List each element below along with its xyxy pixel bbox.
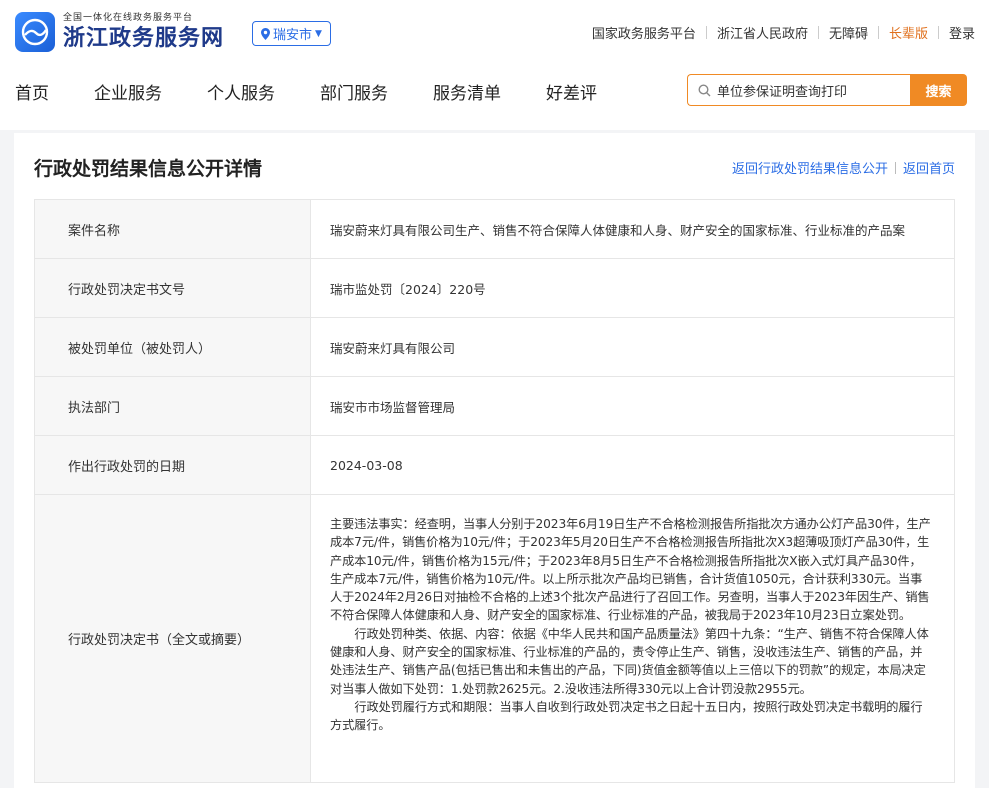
site-logo[interactable]: 全国一体化在线政务服务平台 浙江政务服务网 (15, 12, 224, 52)
divider (894, 161, 896, 174)
row-value: 2024-03-08 (311, 436, 955, 494)
decision-execution: 行政处罚履行方式和期限：当事人自收到行政处罚决定书之日起十五日内，按照行政处罚决… (330, 699, 923, 733)
search-button[interactable]: 搜索 (910, 74, 967, 106)
link-elder-version[interactable]: 长辈版 (889, 23, 928, 42)
search-input[interactable]: 单位参保证明查询打印 (687, 74, 910, 106)
link-accessibility[interactable]: 无障碍 (829, 23, 868, 42)
nav-home[interactable]: 首页 (15, 79, 49, 104)
nav-rating[interactable]: 好差评 (546, 79, 597, 104)
decision-basis: 行政处罚种类、依据、内容：依据《中华人民共和国产品质量法》第四十九条：“生产、销… (330, 626, 929, 696)
table-row: 作出行政处罚的日期 2024-03-08 (34, 436, 955, 495)
search-value: 单位参保证明查询打印 (717, 84, 848, 100)
back-home-link[interactable]: 返回首页 (903, 158, 955, 177)
link-zhejiang-government[interactable]: 浙江省人民政府 (717, 23, 808, 42)
chevron-down-icon: ▼ (315, 28, 322, 39)
divider (937, 26, 939, 39)
search-bar: 单位参保证明查询打印 搜索 (687, 74, 967, 106)
detail-card: 行政处罚结果信息公开详情 返回行政处罚结果信息公开 返回首页 案件名称 瑞安蔚来… (14, 133, 975, 788)
breadcrumb: 返回行政处罚结果信息公开 返回首页 (732, 158, 955, 177)
site-header: 全国一体化在线政务服务平台 浙江政务服务网 瑞安市 ▼ 国家政务服务平台 浙江省… (0, 0, 989, 130)
row-label: 作出行政处罚的日期 (34, 436, 311, 494)
row-label: 执法部门 (34, 377, 311, 435)
back-to-list-link[interactable]: 返回行政处罚结果信息公开 (732, 158, 888, 177)
decision-text: 主要违法事实：经查明，当事人分别于2023年6月19日生产不合格检测报告所指批次… (311, 495, 955, 782)
main-nav: 首页 企业服务 个人服务 部门服务 服务清单 好差评 (15, 79, 642, 104)
nav-enterprise[interactable]: 企业服务 (94, 79, 162, 104)
site-title: 浙江政务服务网 (63, 25, 225, 51)
row-value: 瑞市监处罚〔2024〕220号 (311, 259, 955, 317)
divider (877, 26, 879, 39)
nav-service-list[interactable]: 服务清单 (433, 79, 501, 104)
row-value: 瑞安蔚来灯具有限公司 (311, 318, 955, 376)
row-label: 行政处罚决定书文号 (34, 259, 311, 317)
logo-emblem-icon (15, 12, 55, 52)
row-label: 被处罚单位（被处罚人） (34, 318, 311, 376)
detail-table: 案件名称 瑞安蔚来灯具有限公司生产、销售不符合保障人体健康和人身、财产安全的国家… (34, 199, 955, 783)
link-login[interactable]: 登录 (949, 23, 975, 42)
divider (817, 26, 819, 39)
table-row: 案件名称 瑞安蔚来灯具有限公司生产、销售不符合保障人体健康和人身、财产安全的国家… (34, 200, 955, 259)
row-value: 瑞安市市场监督管理局 (311, 377, 955, 435)
search-icon (698, 83, 711, 96)
site-subtitle: 全国一体化在线政务服务平台 (63, 13, 194, 23)
decision-facts: 主要违法事实：经查明，当事人分别于2023年6月19日生产不合格检测报告所指批次… (330, 517, 931, 623)
divider (705, 26, 707, 39)
top-links: 国家政务服务平台 浙江省人民政府 无障碍 长辈版 登录 (592, 23, 975, 42)
table-row: 被处罚单位（被处罚人） 瑞安蔚来灯具有限公司 (34, 318, 955, 377)
link-national-platform[interactable]: 国家政务服务平台 (592, 23, 696, 42)
city-selector[interactable]: 瑞安市 ▼ (252, 21, 331, 46)
city-name: 瑞安市 (273, 28, 313, 43)
row-label: 案件名称 (34, 200, 311, 258)
table-row: 行政处罚决定书文号 瑞市监处罚〔2024〕220号 (34, 259, 955, 318)
table-row: 行政处罚决定书（全文或摘要） 主要违法事实：经查明，当事人分别于2023年6月1… (34, 495, 955, 783)
nav-department[interactable]: 部门服务 (320, 79, 388, 104)
page-title: 行政处罚结果信息公开详情 (34, 158, 263, 180)
row-label: 行政处罚决定书（全文或摘要） (34, 495, 311, 782)
table-row: 执法部门 瑞安市市场监督管理局 (34, 377, 955, 436)
nav-personal[interactable]: 个人服务 (207, 79, 275, 104)
row-value: 瑞安蔚来灯具有限公司生产、销售不符合保障人体健康和人身、财产安全的国家标准、行业… (311, 200, 955, 258)
location-pin-icon (261, 27, 270, 40)
